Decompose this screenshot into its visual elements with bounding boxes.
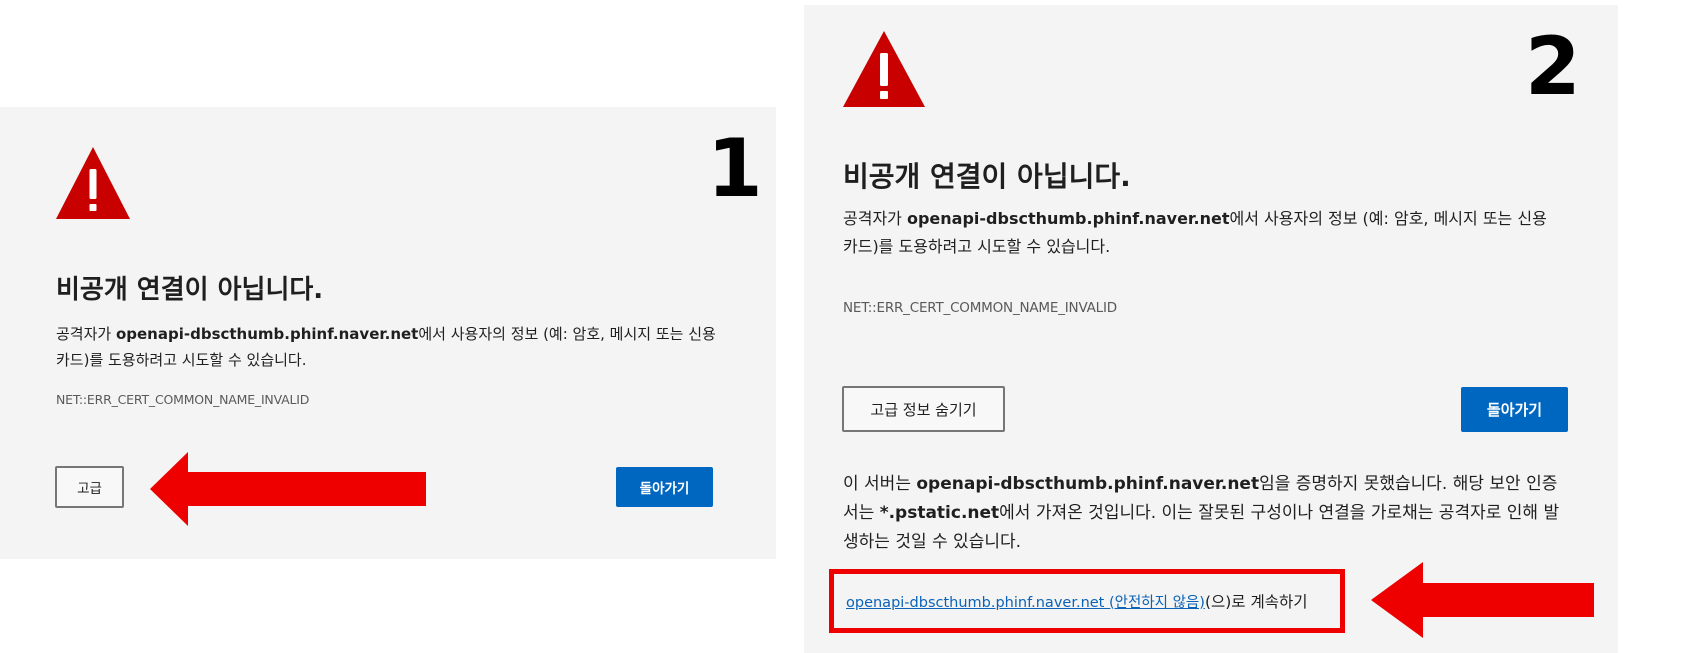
error-code: NET::ERR_CERT_COMMON_NAME_INVALID [56, 392, 310, 407]
hide-advanced-button[interactable]: 고급 정보 숨기기 [842, 386, 1005, 432]
red-arrow-pointer [1371, 562, 1594, 638]
certificate-details: 이 서버는 openapi-dbscthumb.phinf.naver.net임… [843, 474, 1560, 552]
advanced-button[interactable]: 고급 [55, 466, 124, 508]
proceed-suffix: (으)로 계속하기 [1204, 593, 1308, 611]
warning-triangle-icon [56, 147, 130, 219]
proceed-unsafe-link[interactable]: openapi-dbscthumb.phinf.naver.net (안전하지 … [846, 591, 1205, 612]
page-title: 비공개 연결이 아닙니다. [843, 160, 1131, 193]
error-description: 공격자가 openapi-dbscthumb.phinf.naver.net에서… [843, 209, 1547, 256]
back-button[interactable]: 돌아가기 [616, 467, 713, 507]
error-description: 공격자가 openapi-dbscthumb.phinf.naver.net에서… [56, 325, 716, 369]
red-arrow-pointer [150, 452, 426, 526]
error-page-panel-1: 1 비공개 연결이 아닙니다. 공격자가 openapi-dbscthumb.p… [0, 107, 776, 559]
warning-triangle-icon [843, 31, 925, 107]
host-name: openapi-dbscthumb.phinf.naver.net [916, 474, 1260, 494]
error-code: NET::ERR_CERT_COMMON_NAME_INVALID [843, 300, 1117, 316]
proceed-highlight-box: openapi-dbscthumb.phinf.naver.net (안전하지 … [829, 569, 1345, 633]
page-title: 비공개 연결이 아닙니다. [56, 275, 324, 305]
host-name: openapi-dbscthumb.phinf.naver.net [906, 209, 1230, 228]
error-page-panel-2: 2 비공개 연결이 아닙니다. 공격자가 openapi-dbscthumb.p… [804, 5, 1618, 653]
certificate-issuer: *.pstatic.net [879, 503, 1000, 523]
step-number: 1 [707, 122, 763, 215]
back-button[interactable]: 돌아가기 [1461, 387, 1568, 432]
step-number: 2 [1525, 20, 1581, 113]
host-name: openapi-dbscthumb.phinf.naver.net [115, 325, 419, 343]
